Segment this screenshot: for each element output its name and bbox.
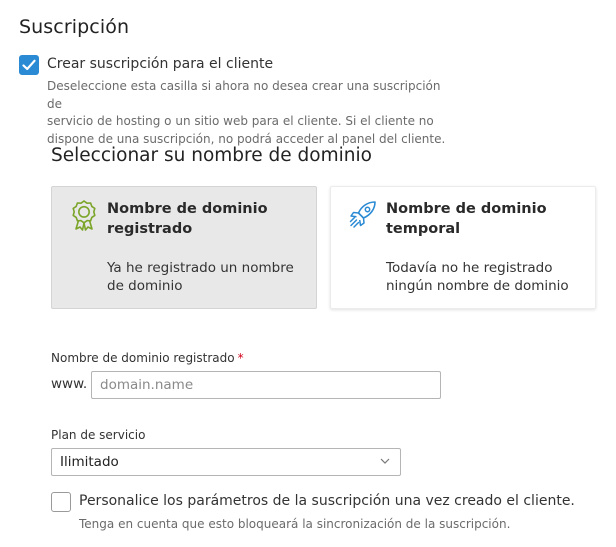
checkmark-icon (22, 59, 36, 71)
temporary-domain-card[interactable]: Nombre de dominio temporal Todavía no he… (330, 186, 596, 309)
card-title: Nombre de dominio registrado (107, 199, 307, 239)
award-ribbon-icon (72, 200, 96, 231)
domain-field-label: Nombre de dominio registrado * (51, 351, 244, 365)
create-subscription-label[interactable]: Crear suscripción para el cliente (47, 56, 273, 72)
create-subscription-hint: Deseleccione esta casilla si ahora no de… (47, 78, 447, 148)
card-title-line: registrado (107, 221, 193, 237)
card-title: Nombre de dominio temporal (386, 199, 586, 239)
card-desc-line: de dominio (107, 278, 183, 294)
card-desc-line: Todavía no he registrado (386, 260, 553, 276)
hint-line: Deseleccione esta casilla si ahora no de… (47, 79, 441, 111)
domain-name-input[interactable] (91, 371, 441, 399)
registered-domain-card[interactable]: Nombre de dominio registrado Ya he regis… (51, 186, 317, 309)
create-subscription-checkbox[interactable] (19, 55, 39, 75)
card-title-line: temporal (386, 221, 461, 237)
customize-subscription-hint: Tenga en cuenta que esto bloqueará la si… (79, 517, 511, 531)
hint-line: servicio de hosting o un sitio web para … (47, 114, 434, 128)
customize-subscription-checkbox[interactable] (51, 492, 71, 512)
plan-field-label: Plan de servicio (51, 428, 146, 442)
card-desc-line: Ya he registrado un nombre (107, 260, 294, 276)
rocket-icon (349, 201, 376, 228)
customize-subscription-label[interactable]: Personalice los parámetros de la suscrip… (79, 493, 575, 509)
card-desc-line: ningún nombre de dominio (386, 278, 569, 294)
required-mark: * (237, 351, 244, 365)
service-plan-value: Ilimitado (60, 454, 119, 470)
card-title-line: Nombre de dominio (107, 201, 268, 217)
card-description: Todavía no he registrado ningún nombre d… (386, 259, 586, 295)
service-plan-select[interactable]: Ilimitado (51, 448, 401, 476)
section-title: Suscripción (19, 16, 130, 38)
domain-choice-title: Seleccionar su nombre de dominio (51, 145, 372, 166)
chevron-down-icon (380, 458, 390, 464)
card-description: Ya he registrado un nombre de dominio (107, 259, 307, 295)
domain-field-label-text: Nombre de dominio registrado (51, 351, 235, 365)
www-prefix: www. (51, 376, 88, 392)
card-title-line: Nombre de dominio (386, 201, 547, 217)
